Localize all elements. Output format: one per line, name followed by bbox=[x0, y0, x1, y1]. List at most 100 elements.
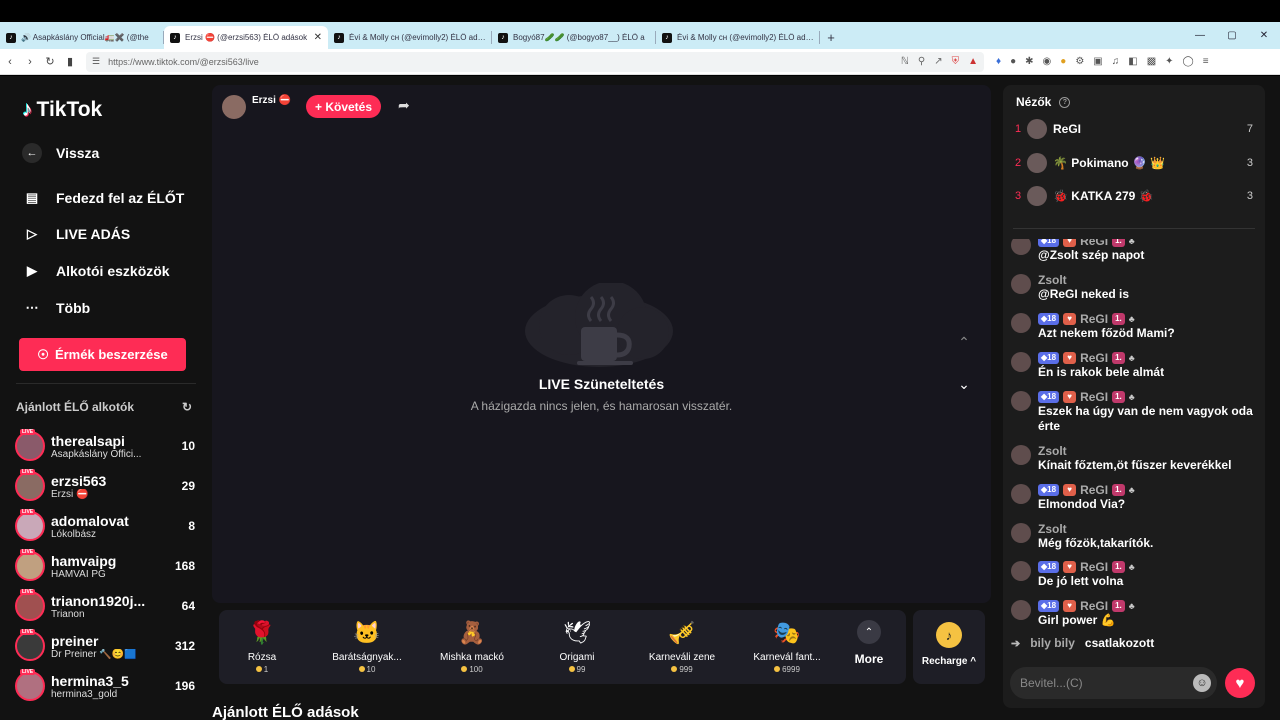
site-settings-icon[interactable]: ☰ bbox=[92, 56, 100, 67]
minimize-button[interactable]: — bbox=[1184, 22, 1216, 49]
extension-icon[interactable]: ✱ bbox=[1025, 56, 1033, 67]
shield-icon[interactable]: ⛨ bbox=[952, 56, 960, 67]
gift-item[interactable]: 🐱 Barátságnyak... 10 bbox=[319, 618, 415, 674]
browser-tab[interactable]: ♪ Bogyó87🥒🥒 (@bogyo87__) ÉLŐ a bbox=[492, 26, 656, 49]
extension-icon[interactable]: ✦ bbox=[1165, 56, 1173, 67]
extension-icon[interactable]: ⚙ bbox=[1075, 56, 1084, 67]
avatar[interactable] bbox=[1011, 445, 1031, 465]
nav-more[interactable]: ⋯ Több bbox=[22, 298, 91, 318]
avatar[interactable] bbox=[1011, 239, 1031, 255]
zoom-icon[interactable]: ⚲ bbox=[918, 56, 925, 67]
recommended-creator[interactable]: LIVE preiner Dr Preiner 🔨😊🟦 312 bbox=[15, 628, 195, 664]
recommended-creator[interactable]: LIVE therealsapi Asapkáslány Offici... 10 bbox=[15, 428, 195, 464]
chat-username[interactable]: Zsolt bbox=[1038, 273, 1067, 287]
gift-item[interactable]: 🎭 Karnevál fant... 6999 bbox=[739, 618, 835, 674]
emoji-icon[interactable]: ☺ bbox=[1193, 674, 1211, 692]
translate-icon[interactable]: ♦ bbox=[996, 56, 1001, 67]
heart-icon[interactable]: ♥ bbox=[1225, 668, 1255, 698]
menu-icon[interactable]: ≡ bbox=[1203, 56, 1209, 67]
fan-heart-icon: ♥ bbox=[1063, 351, 1077, 364]
reader-mode-icon[interactable]: ℕ bbox=[901, 56, 909, 67]
chat-username[interactable]: ReGI bbox=[1080, 239, 1108, 248]
url-field[interactable]: ☰ https://www.tiktok.com/@erzsi563/live … bbox=[86, 51, 984, 72]
extension-icon[interactable]: ◉ bbox=[1043, 56, 1052, 67]
get-coins-button[interactable]: ☉ Érmék beszerzése bbox=[19, 338, 186, 371]
divider bbox=[1013, 228, 1255, 229]
chat-username[interactable]: Zsolt bbox=[1038, 522, 1067, 536]
recommended-creator[interactable]: LIVE hamvaipg HAMVAI PG 168 bbox=[15, 548, 195, 584]
chevron-down-icon[interactable]: ⌄ bbox=[952, 372, 976, 396]
recommended-creator[interactable]: LIVE adomalovat Lókolbász 8 bbox=[15, 508, 195, 544]
help-icon[interactable]: ? bbox=[1059, 96, 1071, 108]
new-tab-button[interactable]: + bbox=[820, 26, 842, 49]
top-viewer[interactable]: 2 🌴 Pokimano 🔮 👑 3 bbox=[1015, 152, 1253, 174]
avatar[interactable] bbox=[1011, 313, 1031, 333]
nav-go-live[interactable]: ▷ LIVE ADÁS bbox=[22, 224, 130, 244]
chat-username[interactable]: ReGI bbox=[1080, 483, 1108, 497]
close-window-button[interactable]: ✕ bbox=[1248, 22, 1280, 49]
chat-username[interactable]: ReGI bbox=[1080, 390, 1108, 404]
chat-username[interactable]: ReGI bbox=[1080, 312, 1108, 326]
chat-username[interactable]: ReGI bbox=[1080, 599, 1108, 613]
gift-item[interactable]: 🕊 Origami 99 bbox=[529, 618, 625, 674]
share-icon[interactable]: ➦ bbox=[398, 97, 410, 114]
top-viewer[interactable]: 3 🐞 KATKA 279 🐞 3 bbox=[1015, 185, 1253, 207]
host-name[interactable]: Erzsi ⛔ bbox=[252, 95, 291, 106]
recommended-creator[interactable]: LIVE hermina3_5 hermina3_gold 196 bbox=[15, 668, 195, 704]
avatar: LIVE bbox=[15, 429, 45, 461]
chat-username[interactable]: Zsolt bbox=[1038, 444, 1067, 458]
chat-input[interactable] bbox=[1010, 667, 1217, 699]
nav-label: Több bbox=[56, 300, 91, 316]
extension-icon[interactable]: ● bbox=[1010, 56, 1016, 67]
avatar[interactable] bbox=[1011, 274, 1031, 294]
refresh-icon[interactable]: ↻ bbox=[182, 400, 192, 414]
follow-button[interactable]: + Követés bbox=[306, 95, 381, 118]
chat-username[interactable]: ReGI bbox=[1080, 351, 1108, 365]
browser-tab[interactable]: ♪ Évi & Molly сн (@evimolly2) ÉLŐ adás bbox=[328, 26, 492, 49]
more-gifts-button[interactable]: ⌃ More bbox=[849, 620, 889, 666]
avatar[interactable] bbox=[1011, 484, 1031, 504]
recommended-creator[interactable]: LIVE erzsi563 Erzsi ⛔ 29 bbox=[15, 468, 195, 504]
reload-icon[interactable]: ↻ bbox=[40, 49, 60, 75]
close-tab-icon[interactable]: ✕ bbox=[314, 32, 322, 43]
level-badge: ◆ 18 bbox=[1038, 483, 1060, 496]
browser-tab[interactable]: ♪ Erzsi ⛔ (@erzsi563) ÉLŐ adások ✕ bbox=[164, 26, 328, 49]
sidebar-icon[interactable]: ◧ bbox=[1128, 56, 1137, 67]
gift-icon: 🌹 bbox=[248, 620, 276, 645]
moderator-icon: ♣ bbox=[1128, 484, 1135, 495]
browser-tab[interactable]: ♪ Évi & Molly сн (@evimolly2) ÉLŐ adás bbox=[656, 26, 820, 49]
browser-tab[interactable]: ♪ 🔊 Asapkáslány Official🚛✖️ (@the bbox=[0, 26, 164, 49]
wallet-icon[interactable]: ▩ bbox=[1147, 56, 1156, 67]
share-page-icon[interactable]: ↗ bbox=[934, 56, 942, 67]
creator-username: therealsapi bbox=[51, 432, 125, 449]
gift-item[interactable]: 🎺 Karneváli zene 999 bbox=[634, 618, 730, 674]
top-viewer[interactable]: 1 ReGI 7 bbox=[1015, 118, 1253, 140]
avatar[interactable] bbox=[1011, 391, 1031, 411]
nav-explore-live[interactable]: ▤ Fedezd fel az ÉLŐT bbox=[22, 188, 185, 208]
back-button[interactable]: ← Vissza bbox=[22, 143, 99, 163]
maximize-button[interactable]: ▢ bbox=[1216, 22, 1248, 49]
tiktok-logo[interactable]: ♪ TikTok bbox=[22, 98, 102, 122]
joined-user[interactable]: bily bily bbox=[1030, 636, 1075, 650]
vpn-icon[interactable]: ◯ bbox=[1183, 56, 1194, 67]
music-icon[interactable]: ♫ bbox=[1112, 56, 1120, 67]
avatar[interactable] bbox=[1011, 561, 1031, 581]
host-avatar[interactable] bbox=[222, 95, 246, 119]
extension-icon[interactable]: ● bbox=[1060, 56, 1066, 67]
back-arrow-icon[interactable]: ‹ bbox=[0, 49, 20, 75]
chevron-up-icon[interactable]: ⌃ bbox=[952, 330, 976, 354]
left-sidebar: ♪ TikTok ← Vissza ▤ Fedezd fel az ÉLŐT ▷… bbox=[0, 76, 210, 720]
nav-creator-tools[interactable]: ▶ Alkotói eszközök bbox=[22, 261, 170, 281]
chat-username[interactable]: ReGI bbox=[1080, 560, 1108, 574]
gift-item[interactable]: 🌹 Rózsa 1 bbox=[214, 618, 310, 674]
forward-arrow-icon[interactable]: › bbox=[20, 49, 40, 75]
warning-icon[interactable]: ▲ bbox=[968, 56, 978, 67]
recharge-button[interactable]: ♪ Recharge ^ bbox=[913, 610, 985, 684]
avatar[interactable] bbox=[1011, 523, 1031, 543]
bookmark-icon[interactable]: ▮ bbox=[60, 49, 80, 75]
recommended-creator[interactable]: LIVE trianon1920j... Trianon 64 bbox=[15, 588, 195, 624]
extension-icon[interactable]: ▣ bbox=[1093, 56, 1102, 67]
avatar[interactable] bbox=[1011, 352, 1031, 372]
gift-item[interactable]: 🧸 Mishka mackó 100 bbox=[424, 618, 520, 674]
avatar[interactable] bbox=[1011, 600, 1031, 620]
